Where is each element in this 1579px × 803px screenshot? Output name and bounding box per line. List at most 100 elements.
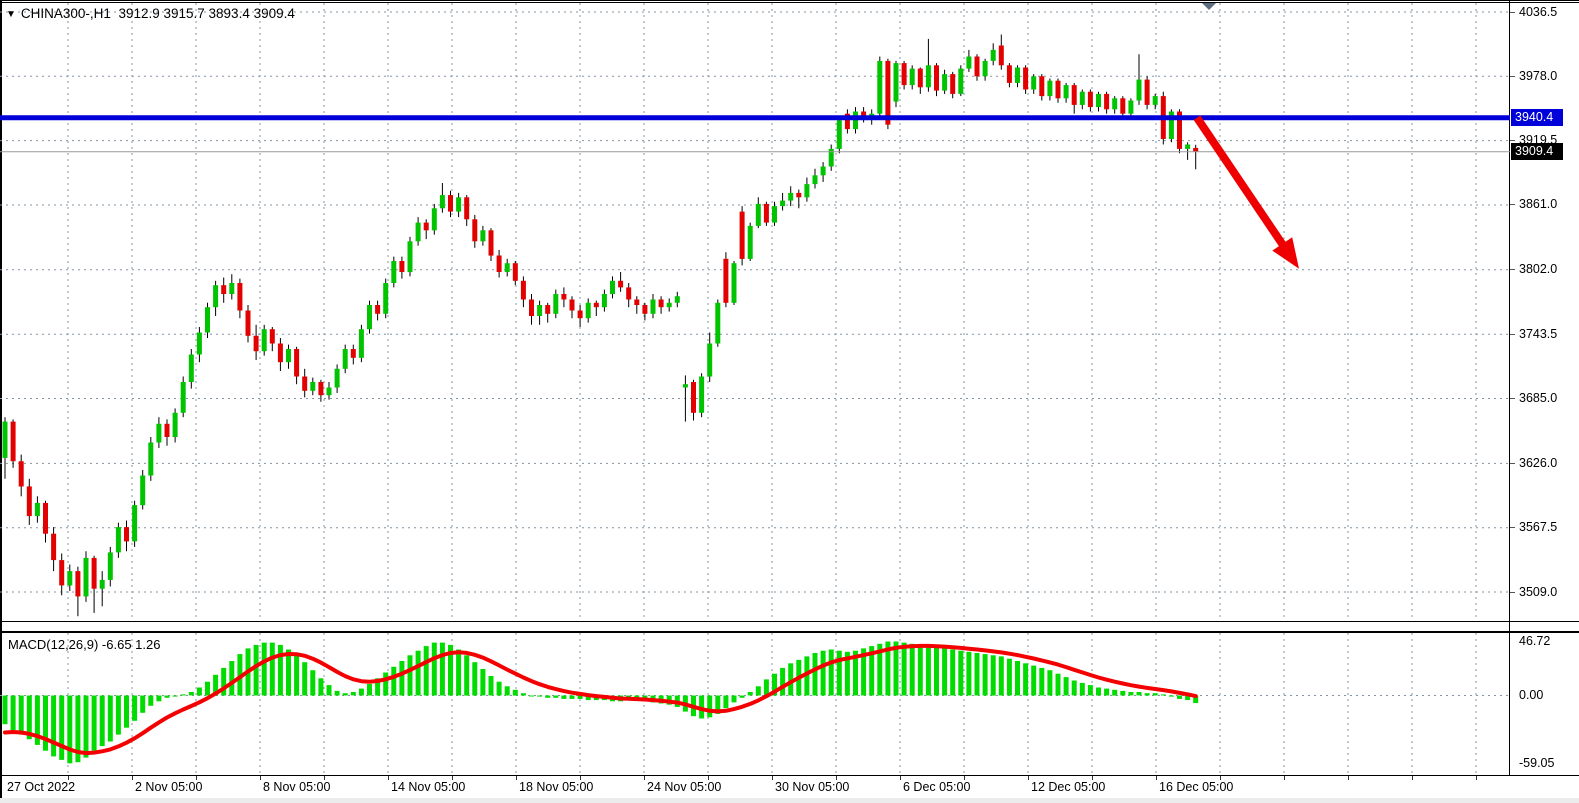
macd-histogram-bar [116, 696, 121, 735]
time-axis-tick [1348, 776, 1349, 780]
macd-histogram-bar [1080, 683, 1085, 696]
candle-body [1120, 98, 1125, 113]
candle-body [521, 281, 526, 300]
candle-body [489, 230, 494, 255]
candle-body [294, 349, 299, 377]
candle-body [237, 283, 242, 311]
hline-price-badge: 3940.4 [1511, 109, 1563, 126]
candle-body [359, 329, 364, 358]
macd-histogram-bar [359, 689, 364, 696]
time-axis-tick [964, 776, 965, 780]
macd-histogram-bar [1088, 685, 1093, 695]
current-price-badge: 3909.4 [1511, 143, 1563, 160]
macd-histogram-bar [497, 682, 502, 696]
macd-histogram-bar [156, 696, 161, 702]
price-axis-label: 4036.5 [1519, 5, 1557, 19]
macd-histogram-bar [1064, 677, 1069, 695]
candle-body [318, 382, 323, 395]
candle-body [67, 571, 72, 585]
macd-histogram-bar [1039, 668, 1044, 696]
candle-body [75, 571, 80, 596]
macd-histogram-bar [723, 696, 728, 709]
candle-body [651, 300, 656, 314]
time-axis-tick [708, 776, 709, 780]
candle-body [1185, 145, 1190, 149]
macd-histogram-bar [3, 696, 8, 725]
candle-body [748, 226, 753, 259]
macd-histogram-bar [756, 686, 761, 695]
macd-panel-canvas[interactable] [0, 633, 1510, 775]
window-bottom-strip [0, 798, 1579, 803]
macd-histogram-bar [1169, 696, 1174, 697]
time-axis-tick [1284, 776, 1285, 780]
time-axis-tick [836, 776, 837, 780]
candle-body [140, 476, 145, 506]
macd-histogram-bar [148, 696, 153, 706]
macd-histogram-bar [1153, 693, 1158, 695]
candle-body [642, 305, 647, 314]
candle-body [537, 305, 542, 316]
macd-histogram-bar [1007, 659, 1012, 696]
time-axis-label: 12 Dec 05:00 [1031, 780, 1105, 794]
candle-body [108, 552, 113, 580]
candle-body [343, 349, 348, 369]
candle-body [35, 503, 40, 516]
candle-body [715, 303, 720, 344]
candle-body [877, 61, 882, 114]
candle-body [1080, 92, 1085, 105]
candle-body [910, 69, 915, 86]
macd-histogram-bar [286, 650, 291, 696]
time-axis-tick [1476, 776, 1477, 780]
candle-body [391, 261, 396, 283]
macd-histogram-bar [821, 651, 826, 696]
candle-body [926, 65, 931, 87]
macd-histogram-bar [837, 651, 842, 696]
candle-body [983, 61, 988, 76]
candle-body [772, 206, 777, 223]
macd-histogram-bar [343, 693, 348, 695]
candle-body [480, 230, 485, 241]
candle-body [310, 382, 315, 391]
candle-body [43, 503, 48, 534]
candle-body [173, 413, 178, 437]
macd-axis-label: 46.72 [1519, 634, 1550, 648]
arrow-annotation-shaft[interactable] [1197, 118, 1290, 256]
macd-histogram-bar [11, 696, 16, 731]
price-axis-tick [1510, 12, 1515, 13]
macd-histogram-bar [480, 669, 485, 695]
macd-histogram-bar [1145, 693, 1150, 695]
macd-histogram-bar [472, 662, 477, 695]
symbol-dropdown-icon[interactable]: ▼ [6, 9, 16, 20]
candle-body [756, 204, 761, 226]
candle-body [561, 294, 566, 300]
macd-histogram-bar [813, 653, 818, 696]
macd-histogram-bar [1047, 670, 1052, 695]
candle-body [262, 329, 267, 351]
macd-histogram-bar [59, 696, 64, 760]
macd-histogram-bar [391, 667, 396, 696]
macd-histogram-bar [92, 696, 97, 751]
macd-histogram-bar [51, 696, 56, 757]
candle-body [529, 300, 534, 317]
macd-histogram-bar [416, 651, 421, 696]
main-chart-canvas[interactable] [0, 0, 1510, 621]
candle-body [116, 527, 121, 552]
macd-histogram-bar [456, 650, 461, 696]
macd-histogram-bar [335, 691, 340, 696]
macd-histogram-bar [950, 650, 955, 696]
macd-histogram-bar [383, 673, 388, 696]
time-axis-tick [1156, 776, 1157, 780]
time-axis-tick [132, 776, 133, 780]
macd-histogram-bar [1031, 666, 1036, 696]
candle-body [440, 195, 445, 208]
time-axis-tick [1220, 776, 1221, 780]
candle-body [667, 303, 672, 307]
candle-body [1023, 68, 1028, 90]
price-axis-tick [1510, 140, 1515, 141]
price-axis-label: 3626.0 [1519, 456, 1557, 470]
time-axis-tick [1412, 776, 1413, 780]
price-axis-tick [1510, 269, 1515, 270]
time-axis[interactable]: 27 Oct 20222 Nov 05:008 Nov 05:0014 Nov … [0, 775, 1510, 797]
candle-body [432, 208, 437, 230]
macd-histogram-bar [1112, 690, 1117, 696]
